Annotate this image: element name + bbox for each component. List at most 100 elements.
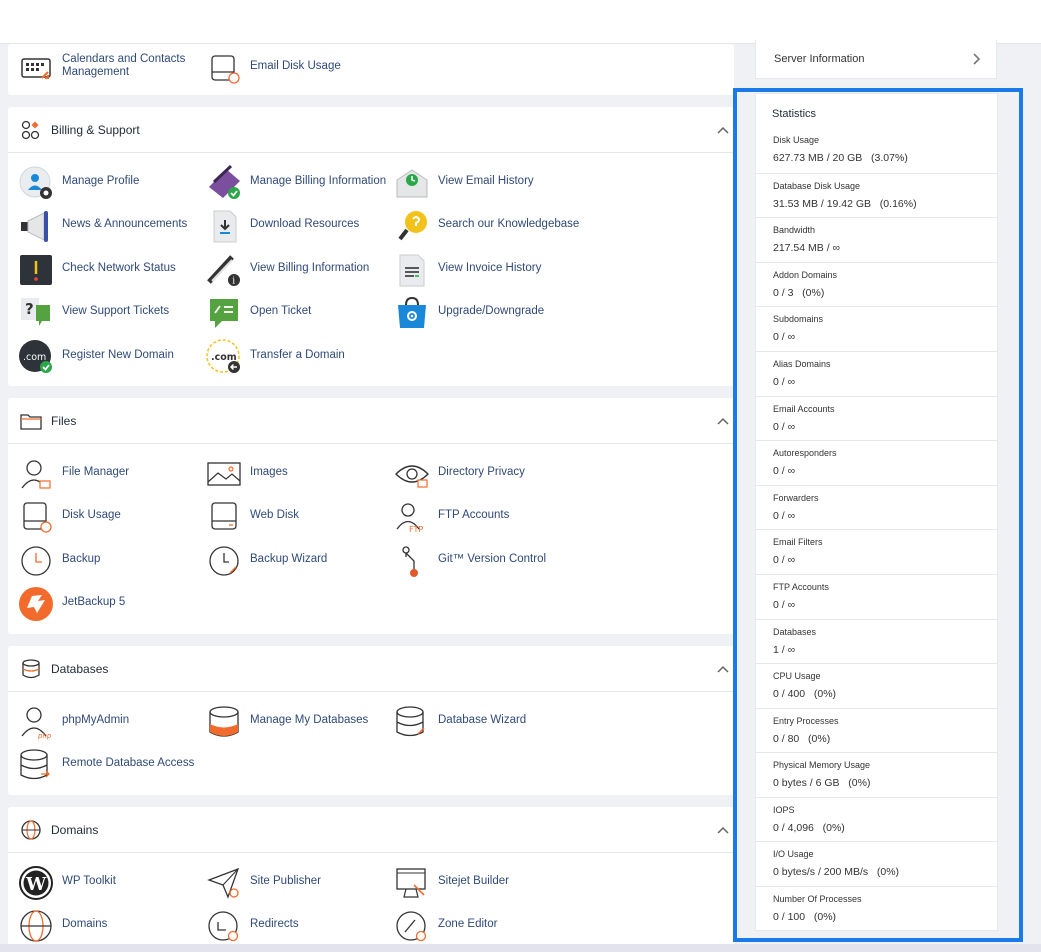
manage-profile-link[interactable]: Manage Profile [8, 163, 193, 203]
item-label: Domains [62, 918, 108, 930]
stat-row: Autoresponders 0 / ∞ [756, 440, 997, 485]
stat-name: Autoresponders [773, 448, 837, 458]
stat-row: IOPS 0 / 4,096 (0%) [756, 797, 997, 842]
item-label: Email Disk Usage [250, 60, 341, 72]
svg-text:i: i [232, 277, 235, 287]
manage-billing-link[interactable]: Manage Billing Information [196, 163, 386, 203]
backup-wizard-link[interactable]: Backup Wizard [196, 541, 381, 581]
item-label: Directory Privacy [438, 466, 525, 478]
chevron-up-icon[interactable] [716, 414, 730, 428]
stat-value: 0 / 100 (0%) [773, 911, 837, 923]
item-label: Transfer a Domain [250, 349, 345, 361]
remote-db-icon [20, 749, 50, 780]
stat-value: 0 / ∞ [773, 599, 796, 611]
domains-panel: Domains W WP Toolkit Site Publisher Site… [8, 807, 734, 952]
item-label: View Invoice History [438, 262, 542, 274]
directory-privacy-link[interactable]: Directory Privacy [384, 454, 569, 494]
bottom-edge [0, 944, 1041, 952]
stat-name: CPU Usage [773, 671, 821, 681]
disk-usage-link[interactable]: Disk Usage [8, 497, 193, 537]
stat-value: 0 / ∞ [773, 421, 796, 433]
view-billing-info-link[interactable]: i View Billing Information [196, 250, 381, 290]
stat-value: 0 bytes / 6 GB (0%) [773, 777, 871, 789]
stat-name: Subdomains [773, 314, 824, 324]
manage-db-icon [209, 706, 239, 737]
network-status-link[interactable]: Check Network Status [8, 250, 193, 290]
sitejet-builder-link[interactable]: Sitejet Builder [384, 863, 569, 903]
chevron-right-icon [973, 53, 981, 65]
grid-icon [21, 120, 40, 140]
images-link[interactable]: Images [196, 454, 381, 494]
stat-row: FTP Accounts 0 / ∞ [756, 574, 997, 619]
web-disk-link[interactable]: Web Disk [196, 497, 381, 537]
site-publisher-link[interactable]: Site Publisher [196, 863, 381, 903]
paper-plane-icon [207, 867, 240, 899]
panel-header[interactable]: Databases [8, 646, 734, 692]
remote-database-access-link[interactable]: Remote Database Access [8, 745, 194, 785]
backup-link[interactable]: Backup [8, 541, 193, 581]
view-support-tickets-link[interactable]: ? View Support Tickets [8, 293, 193, 333]
phpmyadmin-link[interactable]: php phpMyAdmin [8, 702, 193, 742]
view-email-history-link[interactable]: View Email History [384, 163, 569, 203]
transfer-domain-link[interactable]: .com Transfer a Domain [196, 337, 381, 377]
redirects-icon [208, 911, 239, 942]
panel-header[interactable]: Billing & Support [8, 107, 734, 153]
domains-link[interactable]: Domains [8, 906, 193, 946]
databases-panel: Databases php phpMyAdmin Manage My Datab… [8, 646, 734, 795]
open-ticket-link[interactable]: Open Ticket [196, 293, 381, 333]
billing-support-panel: Billing & Support Manage Profile Manage … [8, 107, 734, 386]
item-label: Disk Usage [62, 509, 121, 521]
item-label: Download Resources [250, 218, 360, 230]
item-label: Sitejet Builder [438, 875, 509, 887]
database-wizard-link[interactable]: Database Wizard [384, 702, 569, 742]
news-announcements-link[interactable]: News & Announcements [8, 206, 193, 246]
panel-title: Domains [51, 823, 99, 837]
chevron-up-icon[interactable] [716, 823, 730, 837]
wp-toolkit-link[interactable]: W WP Toolkit [8, 863, 193, 903]
statistics-title: Statistics [772, 108, 817, 120]
folder-icon [20, 414, 42, 430]
billing-info-icon: i [207, 255, 240, 287]
download-resources-link[interactable]: Download Resources [196, 206, 381, 246]
files-panel: Files File Manager Images Directory Priv… [8, 398, 734, 634]
server-information-link[interactable]: Server Information [755, 40, 997, 79]
item-label: Register New Domain [62, 349, 174, 361]
svg-text:?: ? [25, 300, 34, 318]
stat-row: Entry Processes 0 / 80 (0%) [756, 708, 997, 753]
chevron-up-icon[interactable] [716, 662, 730, 676]
git-version-control-link[interactable]: Git™ Version Control [384, 541, 569, 581]
manage-databases-link[interactable]: Manage My Databases [196, 702, 381, 742]
zone-editor-link[interactable]: Zone Editor [384, 906, 569, 946]
item-label: Web Disk [250, 509, 299, 521]
panel-header[interactable]: Files [8, 398, 734, 444]
download-icon [213, 210, 237, 243]
register-domain-link[interactable]: .com Register New Domain [8, 337, 193, 377]
redirects-link[interactable]: Redirects [196, 906, 381, 946]
calendars-contacts-link[interactable]: Calendars and Contacts Management [8, 48, 193, 88]
register-domain-icon: .com [19, 340, 52, 373]
ftp-accounts-link[interactable]: FTP FTP Accounts [384, 497, 569, 537]
stat-value: 0 / ∞ [773, 554, 796, 566]
item-label: Database Wizard [438, 714, 527, 726]
item-label: Zone Editor [438, 918, 498, 930]
search-knowledgebase-link[interactable]: Search our Knowledgebase [384, 206, 579, 246]
panel-header[interactable]: Domains [8, 807, 734, 853]
svg-text:FTP: FTP [409, 525, 423, 534]
email-disk-usage-link[interactable]: Email Disk Usage [196, 48, 381, 88]
upgrade-downgrade-link[interactable]: Upgrade/Downgrade [384, 293, 569, 333]
jetbackup-icon [19, 587, 53, 621]
images-icon [207, 462, 241, 486]
stat-row: Database Disk Usage 31.53 MB / 19.42 GB … [756, 173, 997, 218]
stat-row: Addon Domains 0 / 3 (0%) [756, 262, 997, 307]
jetbackup-link[interactable]: JetBackup 5 [8, 584, 193, 624]
svg-text:W: W [25, 874, 47, 895]
stat-row: Subdomains 0 / ∞ [756, 306, 997, 351]
email-history-icon [396, 169, 428, 198]
wordpress-icon: W [19, 866, 53, 900]
stat-value: 0 / ∞ [773, 376, 796, 388]
file-manager-link[interactable]: File Manager [8, 454, 193, 494]
main-content: Calendars and Contacts Management Email … [0, 44, 740, 952]
view-invoice-history-link[interactable]: View Invoice History [384, 250, 569, 290]
chevron-up-icon[interactable] [716, 123, 730, 137]
top-bar [0, 0, 1041, 44]
